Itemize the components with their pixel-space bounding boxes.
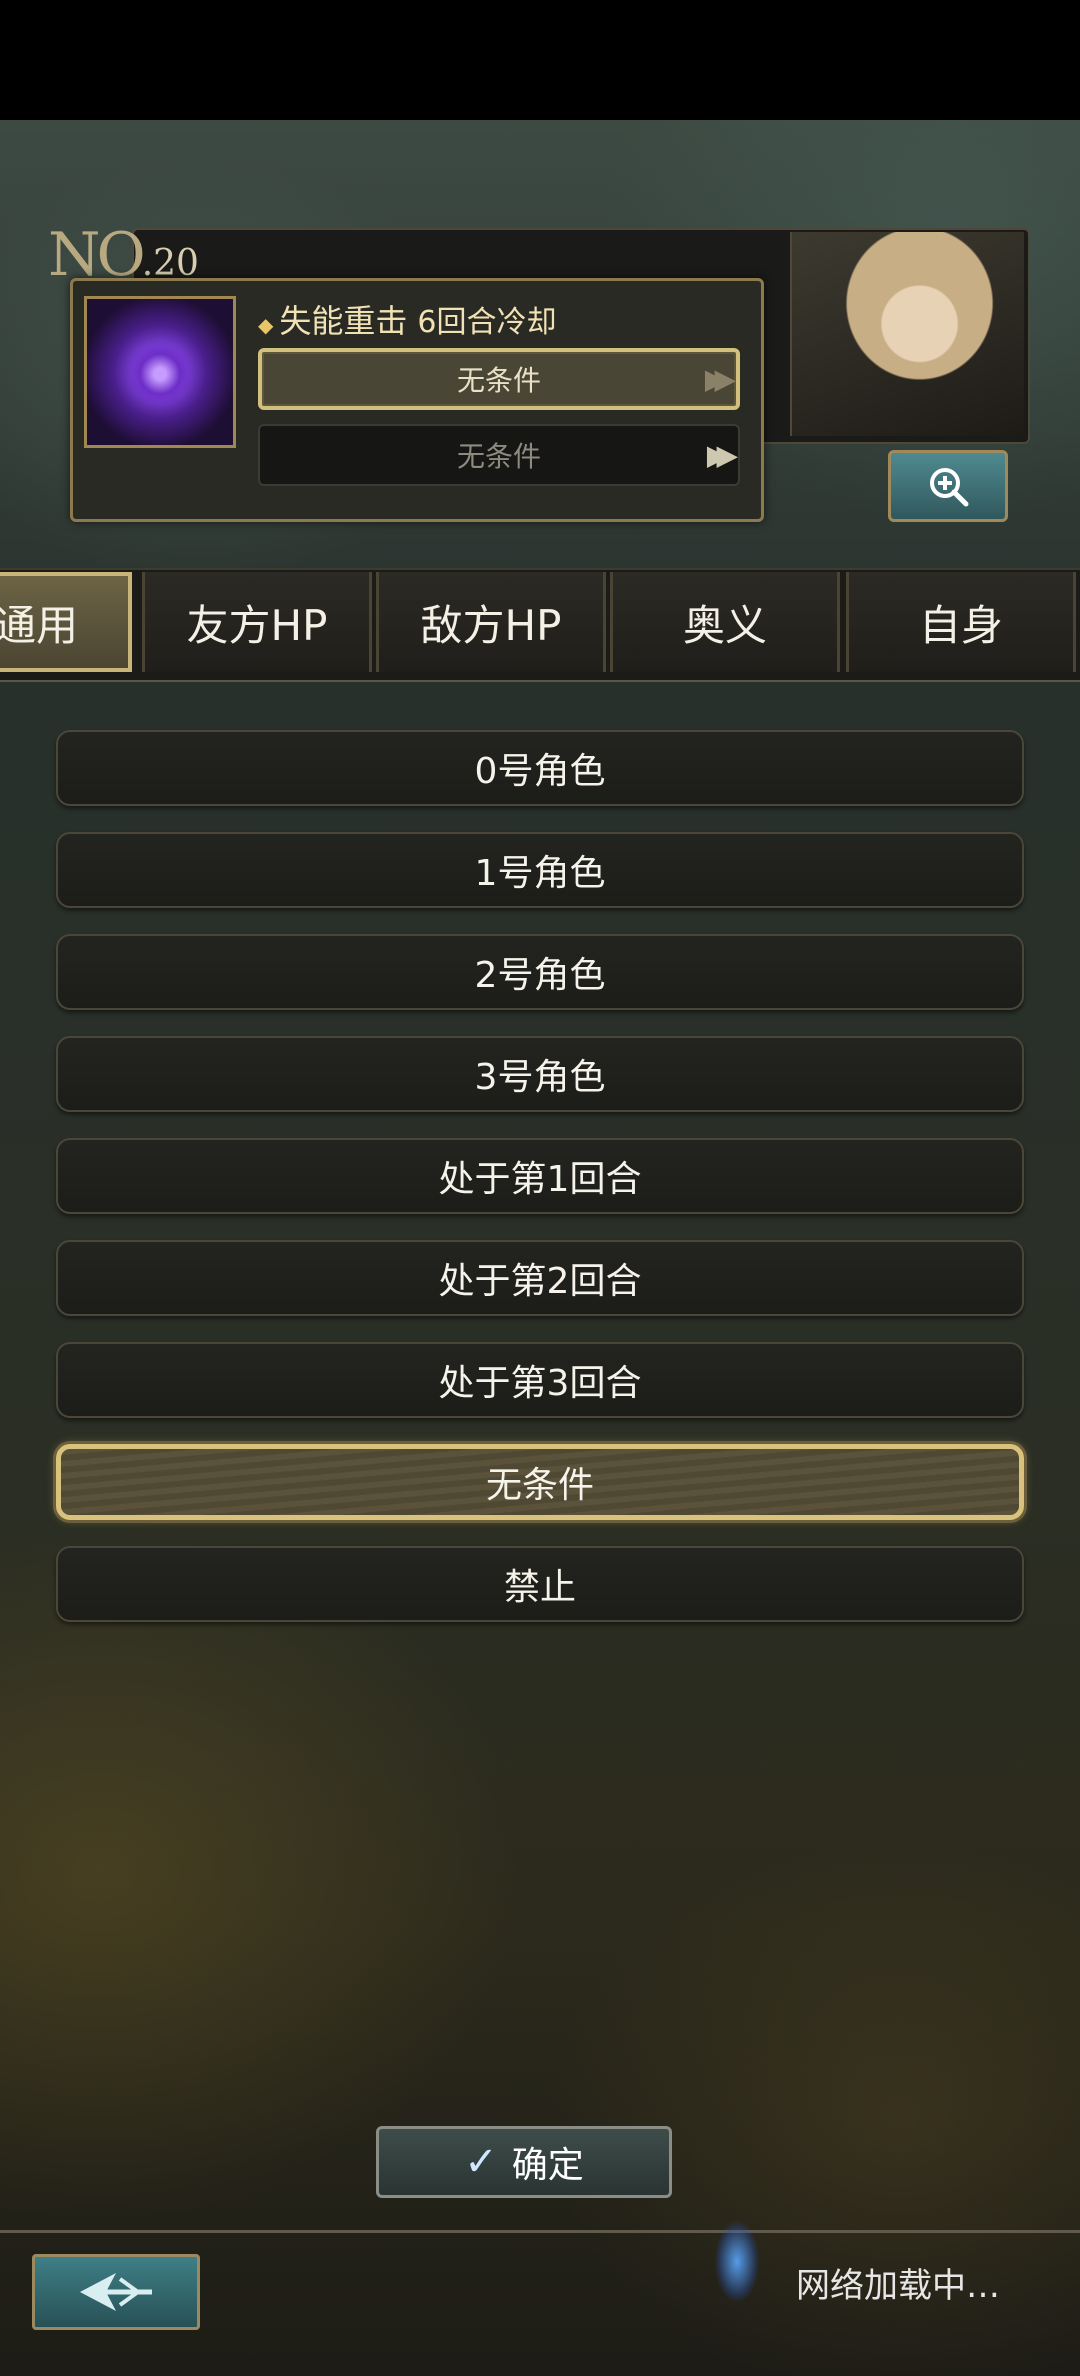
confirm-label: 确定	[511, 2145, 584, 2186]
skill-title: ◆ 失能重击 6回合冷却	[258, 296, 557, 342]
tab-ultimate[interactable]: 奥义	[610, 572, 840, 672]
loading-status: 网络加载中…	[796, 2266, 1000, 2306]
option-item[interactable]: 处于第3回合	[56, 1342, 1024, 1418]
option-item[interactable]: 禁止	[56, 1546, 1024, 1622]
skill-name: 失能重击	[279, 302, 408, 340]
loading-spirit-icon	[702, 2190, 772, 2320]
option-item[interactable]: 处于第1回合	[56, 1138, 1024, 1214]
tab-enemy-hp[interactable]: 敌方HP	[376, 572, 606, 672]
condition-slot-1[interactable]: 无条件 ▶▶	[258, 348, 740, 410]
back-arrow-icon	[80, 2273, 152, 2311]
skill-icon	[84, 296, 236, 448]
tab-ally-hp[interactable]: 友方HP	[142, 572, 372, 672]
condition-slot-1-label: 无条件	[456, 364, 541, 397]
bottom-divider	[0, 2230, 1080, 2233]
tab-general[interactable]: 通用	[0, 572, 132, 672]
double-chevron-right-icon: ▶▶	[706, 438, 738, 472]
back-button[interactable]	[32, 2254, 200, 2330]
confirm-button[interactable]: ✓ 确定	[376, 2126, 672, 2198]
skill-cooldown: 6回合冷却	[417, 305, 557, 340]
option-item[interactable]: 1号角色	[56, 832, 1024, 908]
zoom-in-icon	[930, 468, 969, 507]
condition-slot-2-label: 无条件	[456, 440, 541, 473]
option-item[interactable]: 2号角色	[56, 934, 1024, 1010]
condition-slot-2[interactable]: 无条件 ▶▶	[258, 424, 740, 486]
check-icon: ✓	[464, 2139, 498, 2185]
double-chevron-right-icon: ▶▶	[704, 362, 736, 396]
zoom-button[interactable]	[888, 450, 1008, 522]
option-item[interactable]: 0号角色	[56, 730, 1024, 806]
tab-self[interactable]: 自身	[846, 572, 1076, 672]
option-item[interactable]: 处于第2回合	[56, 1240, 1024, 1316]
option-item[interactable]: 3号角色	[56, 1036, 1024, 1112]
character-portrait	[790, 232, 1024, 436]
option-item-selected[interactable]: 无条件	[56, 1444, 1024, 1520]
diamond-icon: ◆	[258, 313, 274, 337]
